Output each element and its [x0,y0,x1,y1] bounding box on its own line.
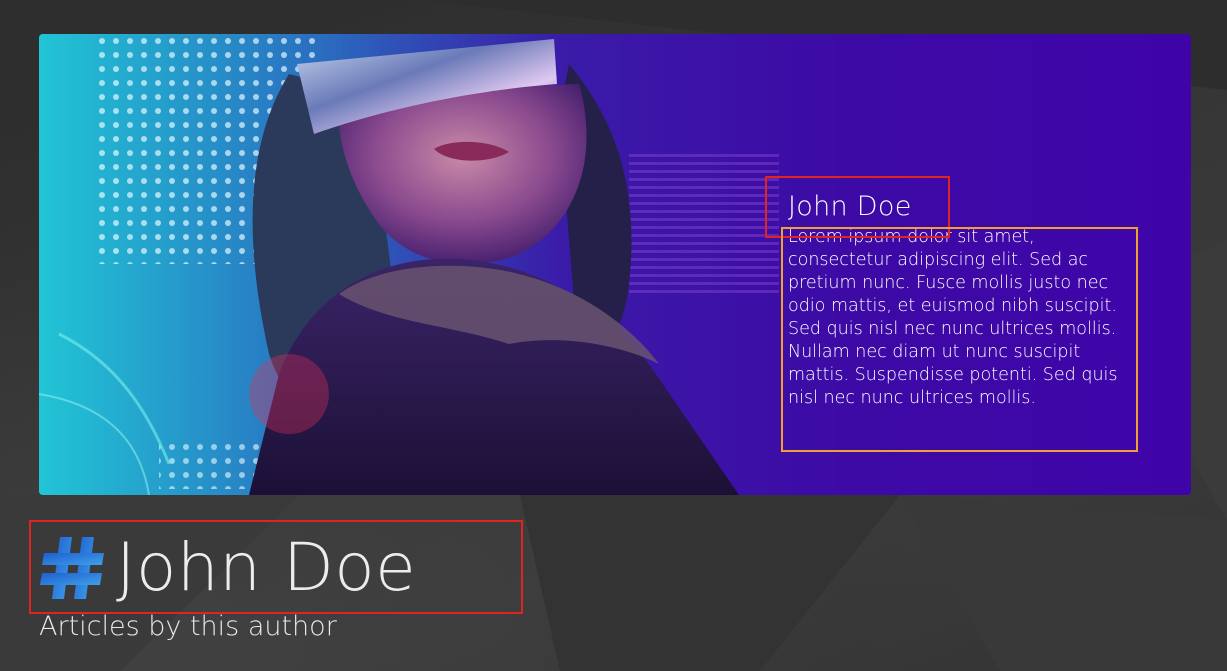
page-title: John Doe [40,527,416,609]
page: John Doe Lorem ipsum dolor sit amet, con… [0,0,1227,671]
author-bio: Lorem ipsum dolor sit amet, consectetur … [788,227,1118,408]
hero-author-name: John Doe [788,191,912,222]
page-subtitle: Articles by this author [39,611,337,642]
author-hero-banner: John Doe Lorem ipsum dolor sit amet, con… [39,34,1191,495]
hash-icon [40,537,104,599]
page-title-text: John Doe [116,529,417,606]
